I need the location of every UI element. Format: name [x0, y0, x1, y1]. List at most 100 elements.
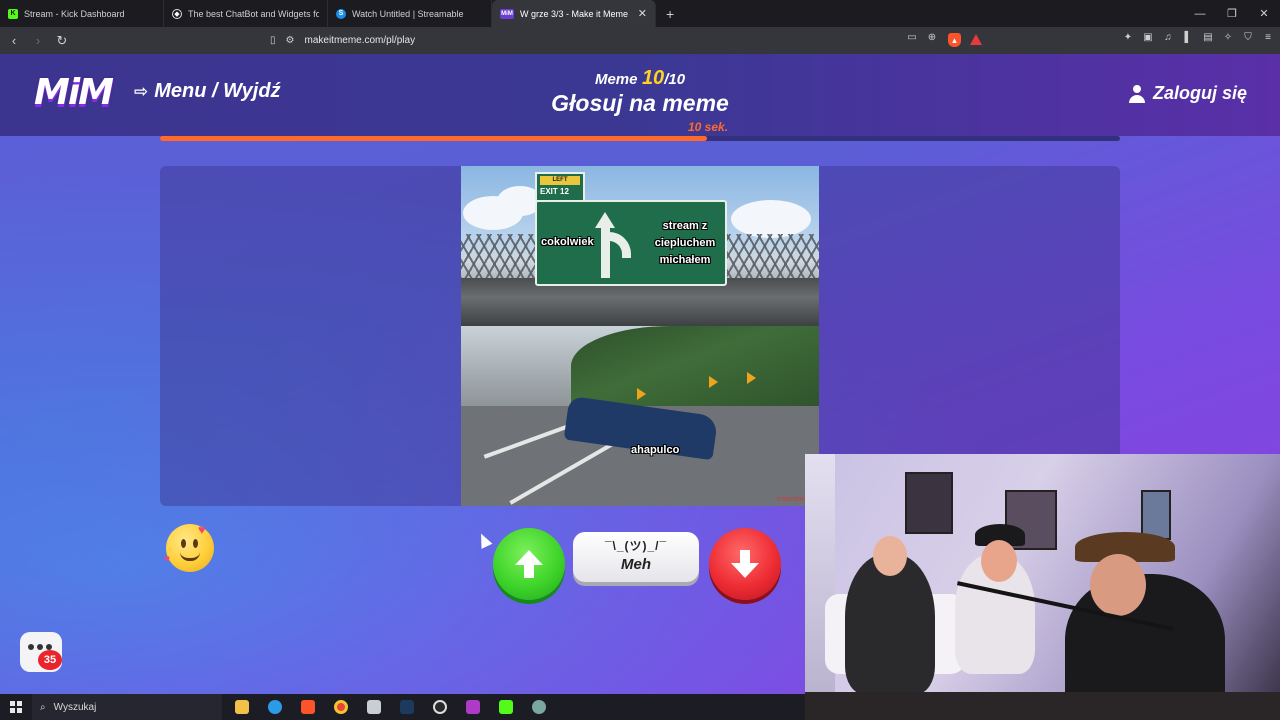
obs-icon[interactable] — [427, 694, 453, 720]
brave-icon[interactable] — [295, 694, 321, 720]
exit-left-label: LEFT — [540, 176, 580, 185]
meme-right-option: stream z ciepluchem michałem — [645, 218, 725, 269]
emoji-eye — [193, 539, 198, 548]
meme-counter-label: Meme — [594, 71, 638, 88]
tab-title: Stream - Kick Dashboard — [24, 8, 125, 19]
arrow-down-icon — [731, 550, 759, 578]
back-button[interactable]: ‹ — [4, 31, 24, 51]
file-explorer-icon[interactable] — [229, 694, 255, 720]
leo-ai-icon[interactable]: ✧ — [1222, 31, 1234, 43]
chrome-icon[interactable] — [328, 694, 354, 720]
search-icon: ⌕ — [40, 701, 46, 713]
brave-rewards-icon[interactable] — [970, 34, 982, 45]
steam-icon[interactable] — [394, 694, 420, 720]
meme-right-line-1: stream z — [662, 220, 708, 232]
downvote-button[interactable] — [709, 528, 781, 600]
vote-controls: ¯\_(ツ)_/¯ Meh — [493, 524, 783, 604]
chevron-sign — [747, 372, 756, 384]
forward-button[interactable]: › — [28, 31, 48, 51]
tab-title: W grze 3/3 - Make it Meme — [520, 8, 629, 19]
head — [1090, 554, 1146, 616]
new-tab-button[interactable]: + — [656, 0, 684, 27]
login-label: Zaloguj się — [1152, 83, 1247, 103]
browser-toolbar: ‹ › ↻ ▯ ⚙ makeitmeme.com/pl/play ▭ ⊕ ↗ ✦… — [0, 27, 1280, 54]
streamable-icon: S — [336, 8, 346, 19]
timer-progress-fill — [160, 136, 708, 141]
tab-botrix[interactable]: ◆ The best ChatBot and Widgets fo — [164, 0, 328, 27]
user-icon — [1128, 84, 1145, 103]
tab-make-it-meme[interactable]: MiM W grze 3/3 - Make it Meme ✕ — [492, 0, 656, 27]
brave-shield-icon[interactable]: ▲ — [948, 33, 961, 47]
tab-title: Watch Untitled | Streamable — [352, 8, 464, 19]
meme-counter: Meme 10/10 — [0, 67, 1280, 90]
cast-icon[interactable]: ▭ — [906, 31, 918, 43]
poster — [905, 472, 953, 534]
taskbar-search-placeholder: Wyszukaj — [53, 701, 97, 713]
reload-button[interactable]: ↻ — [52, 31, 72, 51]
meh-button[interactable]: ¯\_(ツ)_/¯ Meh — [573, 532, 699, 582]
vpn-icon[interactable]: ⛉ — [1242, 31, 1254, 43]
extensions-icon[interactable]: ✦ — [1122, 31, 1134, 43]
emoji-mouth — [180, 552, 200, 561]
start-button[interactable] — [0, 694, 32, 720]
cloud — [731, 200, 811, 238]
webcam-overlay — [805, 454, 1280, 720]
windows-taskbar: ⌕ Wyszukaj — [0, 694, 805, 720]
chevron-sign — [709, 376, 718, 388]
close-tab-icon[interactable]: ✕ — [638, 7, 647, 20]
windows-icon — [10, 701, 22, 713]
media-icon[interactable]: ♫ — [1162, 31, 1174, 43]
meme-image: LEFT EXIT 12 cokolwiek stream z ciepluch… — [461, 166, 819, 506]
restore-button[interactable]: ❐ — [1216, 0, 1248, 27]
meme-right-line-3: michałem — [659, 254, 711, 266]
edge-icon[interactable] — [262, 694, 288, 720]
meme-counter-total: /10 — [664, 71, 686, 88]
heart-icon: ♥ — [164, 554, 170, 565]
countdown-timer: 10 sek. — [688, 120, 729, 134]
site-info-icon[interactable]: ⚙ — [286, 35, 295, 46]
chat-widget-button[interactable]: 35 — [20, 632, 62, 672]
app-icon[interactable] — [526, 694, 552, 720]
browser-extensions: ▭ ⊕ ↗ ✦ ▣ ♫ ▌ ▤ ✧ ⛉ ≡ — [906, 31, 1274, 43]
timer-progress-bar — [160, 136, 1120, 141]
wallet-icon[interactable]: ▤ — [1202, 31, 1214, 43]
menu-icon[interactable]: ≡ — [1262, 31, 1274, 43]
minimize-button[interactable]: — — [1184, 0, 1216, 27]
upvote-button[interactable] — [493, 528, 565, 600]
head — [981, 540, 1017, 582]
reaction-emoji-button[interactable]: ♥ ♥ — [164, 522, 214, 572]
sidebar-icon[interactable]: ▌ — [1182, 31, 1194, 43]
head — [873, 536, 907, 576]
close-window-button[interactable]: ✕ — [1248, 0, 1280, 27]
phase-title: Głosuj na meme — [551, 90, 729, 116]
heart-icon: ♥ — [198, 522, 206, 537]
exit-number: EXIT 12 — [540, 187, 569, 196]
meme-car-caption: ahapulco — [631, 444, 680, 456]
kick-app-icon[interactable] — [493, 694, 519, 720]
chevron-sign — [637, 388, 646, 400]
tab-kick-dashboard[interactable]: K Stream - Kick Dashboard — [0, 0, 164, 27]
botrix-icon: ◆ — [172, 8, 182, 19]
url-text: makeitmeme.com/pl/play — [304, 35, 416, 46]
emoji-eye — [181, 539, 186, 548]
address-bar[interactable]: ▯ ⚙ makeitmeme.com/pl/play — [270, 31, 990, 50]
zoom-icon[interactable]: ⊕ — [926, 31, 938, 43]
meh-shrug: ¯\_(ツ)_/¯ — [604, 539, 668, 553]
meme-left-option: cokolwiek — [541, 236, 594, 248]
tab-streamable[interactable]: S Watch Untitled | Streamable — [328, 0, 492, 27]
login-button[interactable]: Zaloguj się — [1128, 83, 1247, 104]
browser-tab-strip: K Stream - Kick Dashboard ◆ The best Cha… — [0, 0, 1280, 27]
meme-counter-current: 10 — [641, 67, 665, 89]
bookmark-icon[interactable]: ▯ — [270, 35, 276, 46]
taskbar-search[interactable]: ⌕ Wyszukaj — [32, 694, 222, 720]
exit-sign: LEFT EXIT 12 — [535, 172, 585, 200]
desk — [805, 692, 1280, 720]
app-icon[interactable] — [460, 694, 486, 720]
screenshot-icon[interactable]: ▣ — [1142, 31, 1154, 43]
app-icon[interactable] — [361, 694, 387, 720]
tab-title: The best ChatBot and Widgets fo — [188, 8, 319, 19]
meme-right-line-2: ciepluchem — [654, 237, 716, 249]
window-controls: — ❐ ✕ — [1184, 0, 1280, 27]
meh-label: Meh — [621, 556, 651, 573]
